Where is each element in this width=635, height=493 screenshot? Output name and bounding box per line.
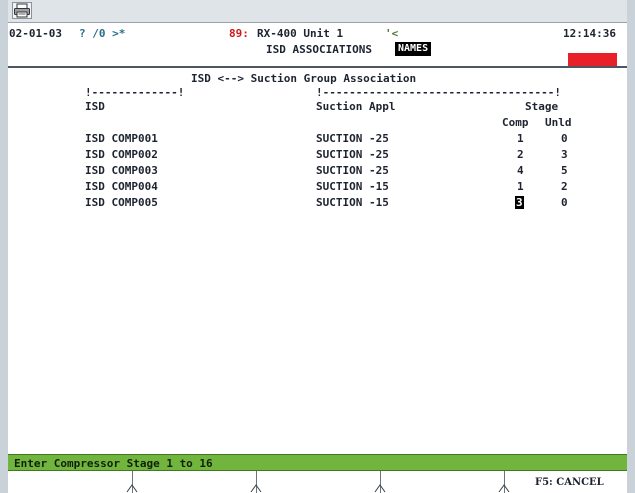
- unit-number: 89:: [229, 27, 249, 40]
- column-divider-isd: !-------------!: [85, 86, 185, 99]
- row-unld-stage[interactable]: 0: [561, 196, 568, 209]
- row-unld-stage[interactable]: 0: [561, 132, 568, 145]
- row-suction-group[interactable]: SUCTION -15: [316, 180, 389, 193]
- cancel-button[interactable]: F5: CANCEL: [505, 471, 627, 493]
- unit-name: RX-400 Unit 1: [257, 27, 344, 40]
- status-indicators: ? /0 >*: [79, 27, 126, 40]
- row-suction-group[interactable]: SUCTION -25: [316, 132, 389, 145]
- printer-icon: [14, 3, 30, 18]
- page-title: ISD <--> Suction Group Association: [191, 72, 417, 85]
- function-key-bar: F5: CANCEL: [8, 471, 627, 493]
- column-header-unld: Unld: [545, 116, 572, 129]
- screen-name: ISD ASSOCIATIONS: [266, 43, 372, 56]
- alarm-indicator: [568, 53, 617, 66]
- column-divider-suction: !-----------------------------------!: [316, 86, 562, 99]
- names-badge[interactable]: NAMES: [395, 42, 432, 56]
- function-key-2[interactable]: [133, 471, 262, 493]
- column-header-stage: Stage: [525, 100, 559, 113]
- date-text: 02-01-03: [9, 27, 62, 40]
- prompt-message: Enter Compressor Stage 1 to 16: [14, 457, 213, 470]
- row-suction-group[interactable]: SUCTION -25: [316, 164, 389, 177]
- row-suction-group[interactable]: SUCTION -25: [316, 148, 389, 161]
- row-comp-stage[interactable]: 1: [517, 180, 524, 193]
- column-header-isd: ISD: [85, 100, 105, 113]
- row-comp-stage[interactable]: 4: [517, 164, 524, 177]
- row-comp-stage[interactable]: 1: [517, 132, 524, 145]
- clock-time: 12:14:36: [563, 27, 616, 40]
- terminal-window: 02-01-03 ? /0 >* 89: RX-400 Unit 1 '< 12…: [8, 0, 627, 493]
- prompt-bar: Enter Compressor Stage 1 to 16: [8, 454, 627, 471]
- row-unld-stage[interactable]: 3: [561, 148, 568, 161]
- row-comp-stage-editing[interactable]: 3: [515, 196, 524, 209]
- row-unld-stage[interactable]: 5: [561, 164, 568, 177]
- unit-marker: '<: [385, 27, 399, 40]
- row-comp-stage[interactable]: 2: [517, 148, 524, 161]
- function-key-3[interactable]: [257, 471, 386, 493]
- row-isd-name: ISD COMP004: [85, 180, 158, 193]
- function-key-1[interactable]: [8, 471, 138, 493]
- row-isd-name: ISD COMP003: [85, 164, 158, 177]
- toolbar: [8, 0, 627, 22]
- function-key-4[interactable]: [381, 471, 510, 493]
- row-suction-group[interactable]: SUCTION -15: [316, 196, 389, 209]
- row-unld-stage[interactable]: 2: [561, 180, 568, 193]
- row-isd-name: ISD COMP005: [85, 196, 158, 209]
- column-header-comp: Comp: [502, 116, 529, 129]
- print-button[interactable]: [12, 2, 32, 19]
- cancel-label: F5: CANCEL: [535, 477, 604, 488]
- main-screen: ISD <--> Suction Group Association !----…: [8, 68, 627, 454]
- row-isd-name: ISD COMP002: [85, 148, 158, 161]
- column-header-suction: Suction Appl: [316, 100, 396, 113]
- header: 02-01-03 ? /0 >* 89: RX-400 Unit 1 '< 12…: [8, 22, 627, 68]
- row-isd-name: ISD COMP001: [85, 132, 158, 145]
